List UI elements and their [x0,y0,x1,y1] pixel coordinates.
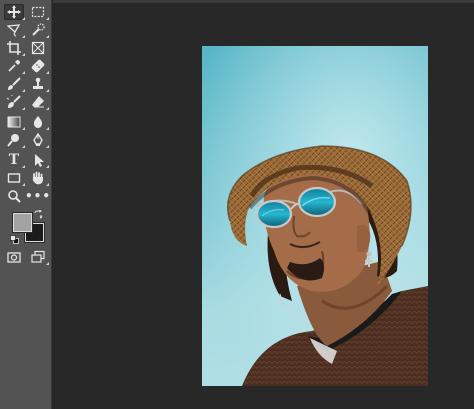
gradient-tool[interactable] [4,114,25,130]
history-brush-tool[interactable] [4,94,25,110]
zoom-icon [8,190,21,203]
eyedropper-icon [8,60,20,72]
dodge-icon [7,134,19,147]
brush-icon [8,77,21,90]
brush-tool[interactable] [4,76,25,92]
crop-tool[interactable] [4,40,25,56]
quick-selection-tool[interactable] [28,22,49,38]
portrait-photo [202,46,428,386]
marquee-icon [31,6,45,18]
swap-colors-icon[interactable] [34,210,43,219]
stamp-icon [33,77,43,89]
move-tool[interactable] [4,4,25,20]
quick-mask-icon [7,252,21,263]
color-swatches [10,210,45,244]
pen-tool[interactable] [28,132,49,148]
document-canvas[interactable] [202,46,428,386]
type-tool[interactable]: T [4,152,25,168]
quick-selection-icon [32,23,45,36]
path-selection-tool[interactable] [28,152,49,168]
healing-brush-tool[interactable] [28,58,49,74]
quick-mask-mode[interactable] [4,249,24,265]
lasso-tool[interactable] [4,22,25,38]
zoom-tool[interactable] [4,188,24,204]
eyedropper-tool[interactable] [4,58,25,74]
crop-icon [7,41,21,55]
rectangle-tool[interactable] [4,170,25,186]
rectangular-marquee-tool[interactable] [28,4,49,20]
hand-tool[interactable] [28,170,49,186]
clone-stamp-tool[interactable] [28,76,49,92]
move-icon [7,5,21,19]
frame-icon [31,41,45,55]
frame-tool[interactable] [28,40,48,56]
type-icon: T [8,152,20,168]
gradient-icon [7,116,21,128]
foreground-color-swatch[interactable] [12,212,33,233]
eraser-tool[interactable] [28,94,49,110]
tools-panel: T ••• [0,0,52,409]
dodge-tool[interactable] [4,132,25,148]
more-icon: ••• [25,189,52,203]
lasso-icon [7,24,21,37]
pen-icon [33,133,43,146]
default-colors-icon[interactable] [10,235,19,244]
screen-mode-icon [31,250,45,263]
arrow-icon [35,154,44,167]
bandage-icon [31,59,45,73]
history-brush-icon [7,95,21,108]
rectangle-icon [7,173,21,183]
blur-tool[interactable] [28,114,49,130]
eraser-icon [32,96,44,108]
screen-mode[interactable] [28,249,49,265]
edit-toolbar[interactable]: ••• [25,188,52,204]
hand-icon [32,171,43,185]
canvas-top-border [53,0,474,3]
drop-icon [33,116,43,128]
